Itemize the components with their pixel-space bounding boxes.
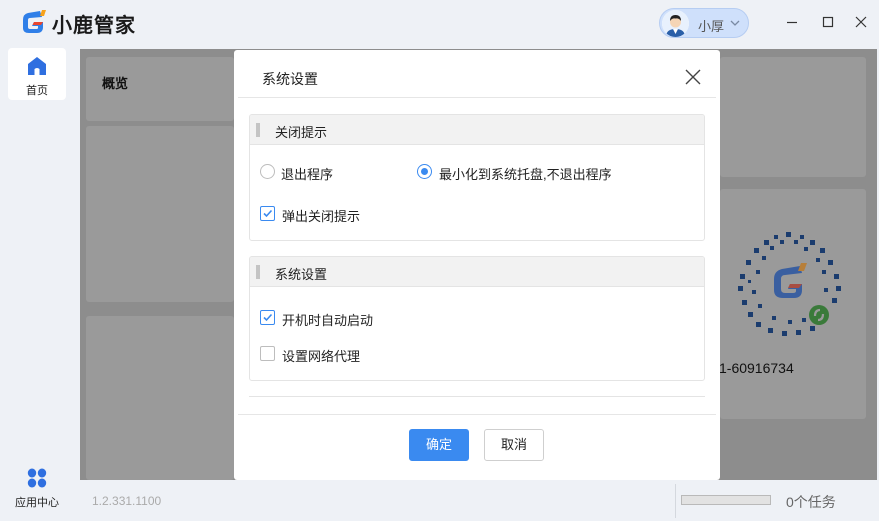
mini-program-qr-code (737, 231, 843, 337)
section-header: 系统设置 (250, 257, 704, 287)
radio-button[interactable] (260, 164, 275, 179)
option-label: 弹出关闭提示 (282, 209, 361, 224)
checkbox[interactable] (260, 206, 275, 221)
confirm-button[interactable]: 确定 (409, 429, 469, 461)
checkmark-icon (263, 313, 273, 322)
title-bar: 小鹿管家 小厚 (0, 0, 879, 45)
radio-button[interactable] (417, 164, 432, 179)
content-card (86, 126, 234, 302)
content-card (720, 57, 866, 177)
app-logo-icon (23, 10, 46, 33)
section-title: 关闭提示 (275, 125, 328, 140)
chevron-down-icon (730, 20, 740, 26)
user-menu[interactable]: 小厚 (659, 8, 749, 38)
sidebar-item-app-center[interactable]: 应用中心 (8, 463, 66, 513)
option-label: 设置网络代理 (282, 349, 361, 364)
close-icon[interactable] (851, 12, 871, 32)
section-marker (256, 123, 260, 137)
status-bar: 1.2.331.1100 0个任务 (80, 481, 879, 521)
divider (238, 97, 716, 98)
dialog-title: 系统设置 (262, 71, 318, 87)
divider (675, 484, 676, 518)
divider (238, 414, 716, 415)
checkmark-icon (263, 209, 273, 218)
sidebar-item-label: 首页 (26, 85, 48, 97)
checkbox[interactable] (260, 310, 275, 325)
section-marker (256, 265, 260, 279)
cancel-button[interactable]: 取消 (484, 429, 544, 461)
option-label: 最小化到系统托盘,不退出程序 (439, 167, 612, 182)
task-progress-bar (681, 495, 771, 505)
phone-number-fragment: 1-60916734 (719, 360, 794, 376)
section-title: 系统设置 (275, 267, 328, 282)
section-header: 关闭提示 (250, 115, 704, 145)
close-prompt-section: 关闭提示 退出程序 最小化到系统托盘,不退出程序 弹出关闭提示 (249, 114, 705, 241)
sidebar-item-label: 应用中心 (15, 497, 59, 509)
checkbox[interactable] (260, 346, 275, 361)
content-card (86, 316, 234, 480)
overview-title: 概览 (102, 76, 129, 91)
app-name: 小鹿管家 (52, 15, 136, 37)
sidebar-item-home[interactable]: 首页 (8, 48, 66, 100)
maximize-icon[interactable] (818, 12, 838, 32)
user-name: 小厚 (698, 19, 725, 34)
avatar (662, 10, 689, 37)
next-section-edge (249, 396, 705, 400)
settings-dialog: 系统设置 关闭提示 退出程序 最小化到系统托盘,不退出程序 弹出关闭提示 系统设… (234, 50, 720, 480)
minimize-icon[interactable] (782, 12, 802, 32)
task-count[interactable]: 0个任务 (786, 492, 836, 512)
version-label: 1.2.331.1100 (92, 494, 162, 508)
home-icon (28, 57, 46, 75)
sidebar: 首页 应用中心 (0, 45, 75, 521)
option-label: 退出程序 (281, 167, 334, 182)
system-settings-section: 系统设置 开机时自动启动 设置网络代理 (249, 256, 705, 381)
close-icon[interactable] (684, 68, 702, 86)
apps-grid-icon (27, 468, 47, 488)
option-label: 开机时自动启动 (282, 313, 374, 328)
